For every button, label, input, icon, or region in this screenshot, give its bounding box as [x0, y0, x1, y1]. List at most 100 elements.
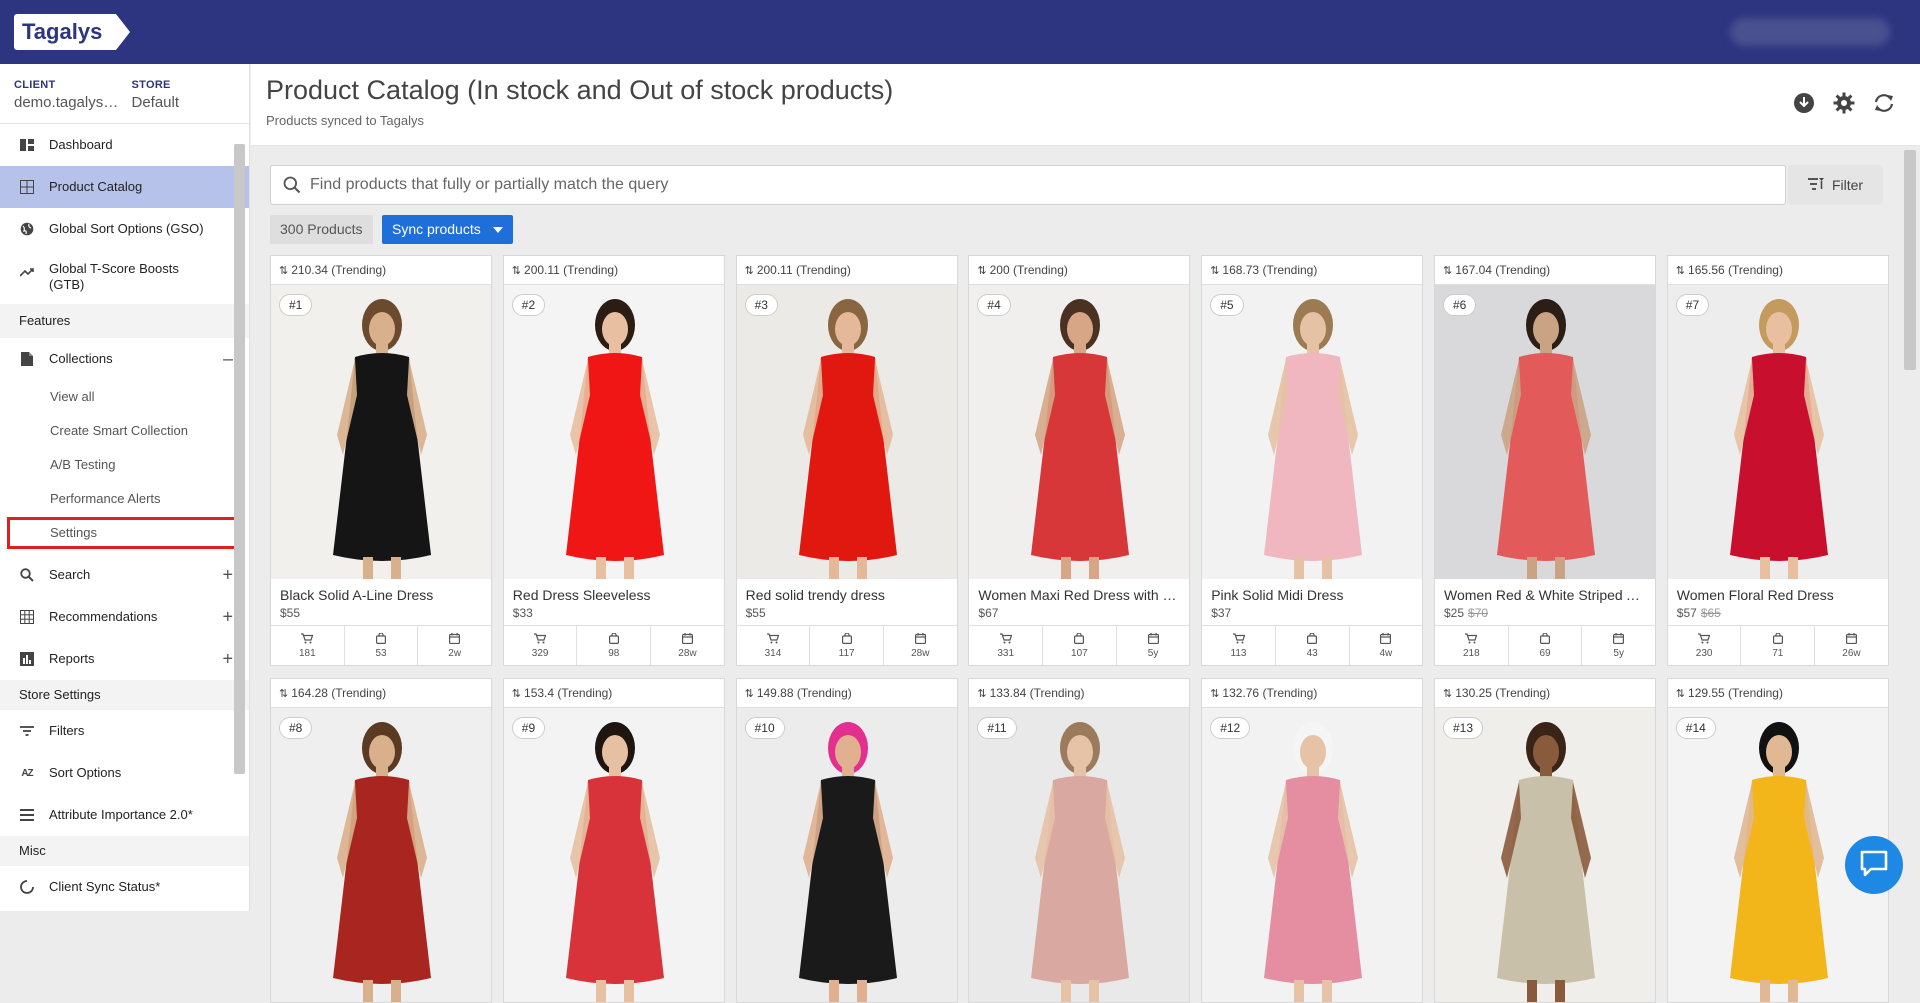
chat-support-button[interactable]: [1845, 836, 1903, 894]
sidebar-item-gso[interactable]: Global Sort Options (GSO): [0, 208, 249, 250]
product-image-wrap[interactable]: #5: [1202, 285, 1423, 579]
sidebar-subitem-settings[interactable]: Settings: [6, 516, 241, 550]
product-rank-badge: #6: [1443, 294, 1477, 316]
product-image-wrap[interactable]: #2: [503, 285, 724, 579]
sidebar-subitem-view-all[interactable]: View all: [0, 380, 249, 414]
sidebar-item-product-catalog[interactable]: Product Catalog: [0, 166, 249, 208]
product-name[interactable]: Red solid trendy dress: [737, 585, 957, 605]
list-icon: [19, 807, 35, 823]
client-value[interactable]: demo.tagalys.com: [14, 94, 122, 111]
stat-add-to-cart: 113: [1202, 626, 1276, 665]
product-card[interactable]: ⇅ 168.73 (Trending) #5 Pink Solid Midi Dres…: [1201, 255, 1424, 666]
product-score: ⇅ 153.4 (Trending): [503, 679, 724, 708]
product-name[interactable]: Red Dress Sleeveless: [504, 585, 724, 605]
product-name[interactable]: Women Maxi Red Dress with Smocking: [969, 585, 1189, 605]
sidebar-item-sort-options[interactable]: AZ Sort Options: [0, 752, 249, 794]
search-input[interactable]: [310, 166, 1770, 204]
product-card[interactable]: ⇅ 210.34 (Trending) #1 Black Solid A-Line D…: [270, 255, 492, 666]
stat-buys: 53: [345, 626, 419, 665]
product-image-wrap[interactable]: #11: [969, 708, 1190, 1002]
product-image-wrap[interactable]: #9: [503, 708, 724, 1002]
store-value[interactable]: Default: [132, 94, 250, 111]
product-card[interactable]: ⇅ 153.4 (Trending) #9: [502, 678, 725, 1003]
product-card[interactable]: ⇅ 130.25 (Trending) #13: [1434, 678, 1656, 1003]
sidebar-subitem-create-smart-collection[interactable]: Create Smart Collection: [0, 414, 249, 448]
product-card[interactable]: ⇅ 165.56 (Trending) #7 Women Floral Red Dre…: [1666, 255, 1889, 666]
section-store-settings: Store Settings: [0, 680, 249, 710]
stat-value: 98: [608, 647, 620, 659]
sidebar-item-dashboard[interactable]: Dashboard: [0, 124, 249, 166]
stat-value: 26w: [1842, 647, 1861, 659]
document-icon: [19, 351, 35, 367]
product-card[interactable]: ⇅ 149.88 (Trending) #10: [735, 678, 958, 1003]
tagalys-logo[interactable]: Tagalys: [14, 14, 131, 50]
product-name[interactable]: Women Floral Red Dress: [1668, 585, 1888, 605]
bar-chart-icon: [19, 651, 35, 667]
product-score: ⇅ 129.55 (Trending): [1667, 679, 1888, 708]
product-card[interactable]: ⇅ 200 (Trending) #4 Women Maxi Red Dress wi…: [968, 255, 1191, 666]
sidebar-item-attribute-importance[interactable]: Attribute Importance 2.0*: [0, 794, 249, 836]
product-card[interactable]: ⇅ 132.76 (Trending) #12: [1201, 678, 1424, 1003]
sidebar-scrollbar[interactable]: [234, 144, 245, 774]
product-image-wrap[interactable]: #4: [969, 285, 1190, 579]
score-value: 129.55 (Trending): [1688, 686, 1783, 700]
sidebar-subitem-ab-testing[interactable]: A/B Testing: [0, 448, 249, 482]
sort-arrows-icon: ⇅: [1675, 265, 1686, 277]
score-value: 130.25 (Trending): [1455, 686, 1551, 700]
client-store-selector[interactable]: CLIENT demo.tagalys.com STORE Default: [0, 64, 249, 124]
product-image: [736, 285, 957, 579]
product-card[interactable]: ⇅ 167.04 (Trending) #6 Women Red & White St…: [1434, 255, 1656, 666]
sidebar-item-reports[interactable]: Reports +: [0, 638, 249, 680]
product-image-wrap[interactable]: #1: [271, 285, 491, 579]
stat-value: 71: [1772, 647, 1784, 659]
main-scrollbar[interactable]: [1904, 150, 1916, 370]
product-stats: 181 53 2w: [271, 625, 491, 665]
product-image-wrap[interactable]: #10: [736, 708, 957, 1002]
stat-value: 117: [838, 647, 855, 659]
product-image-wrap[interactable]: #6: [1435, 285, 1655, 579]
gear-icon[interactable]: [1833, 92, 1855, 114]
product-image-wrap[interactable]: #7: [1667, 285, 1888, 579]
product-image-wrap[interactable]: #13: [1435, 708, 1655, 1002]
sync-products-button[interactable]: Sync products: [382, 215, 513, 244]
expand-icon[interactable]: +: [222, 649, 233, 670]
product-image-wrap[interactable]: #12: [1202, 708, 1423, 1002]
user-menu-blurred[interactable]: [1730, 18, 1890, 46]
trending-up-icon: [19, 264, 35, 280]
product-image-wrap[interactable]: #8: [271, 708, 491, 1002]
sidebar-subitem-performance-alerts[interactable]: Performance Alerts: [0, 482, 249, 516]
sidebar-item-collections[interactable]: Collections –: [0, 338, 249, 380]
score-value: 133.84 (Trending): [989, 686, 1085, 700]
grid-icon: [19, 179, 35, 195]
stat-value: 53: [375, 647, 387, 659]
filter-button[interactable]: Filter: [1788, 165, 1883, 205]
product-name[interactable]: Pink Solid Midi Dress: [1202, 585, 1422, 605]
product-card[interactable]: ⇅ 129.55 (Trending) #14: [1666, 678, 1889, 1003]
product-card[interactable]: ⇅ 200.11 (Trending) #3 Red solid trendy dre…: [735, 255, 958, 666]
expand-icon[interactable]: +: [222, 607, 233, 628]
product-card[interactable]: ⇅ 200.11 (Trending) #2 Red Dress Sleeveless…: [502, 255, 725, 666]
product-image-wrap[interactable]: #3: [736, 285, 957, 579]
stat-buys: 71: [1741, 626, 1816, 665]
collapse-icon[interactable]: –: [223, 349, 233, 370]
sidebar-item-recommendations[interactable]: Recommendations +: [0, 596, 249, 638]
sidebar-item-gtb[interactable]: Global T-Score Boosts (GTB): [0, 250, 249, 304]
download-icon[interactable]: [1793, 92, 1815, 114]
expand-icon[interactable]: +: [222, 565, 233, 586]
sidebar-item-filters[interactable]: Filters: [0, 710, 249, 752]
sort-arrows-icon: ⇅: [1443, 265, 1453, 277]
product-card[interactable]: ⇅ 164.28 (Trending) #8: [270, 678, 492, 1003]
product-name[interactable]: Women Red & White Striped A-Line Dress: [1435, 585, 1655, 605]
sidebar-item-client-sync-status[interactable]: Client Sync Status*: [0, 866, 249, 908]
product-rank-badge: #1: [279, 294, 313, 316]
stat-value: 28w: [678, 647, 697, 659]
sidebar-item-search[interactable]: Search +: [0, 554, 249, 596]
product-name[interactable]: Black Solid A-Line Dress: [271, 585, 491, 605]
product-image: [1202, 285, 1423, 579]
product-card[interactable]: ⇅ 133.84 (Trending) #11: [968, 678, 1191, 1003]
refresh-icon[interactable]: [1873, 92, 1895, 114]
price-original: $65: [1700, 606, 1721, 620]
sidebar-item-label: Search: [49, 567, 91, 582]
search-icon: [283, 176, 301, 199]
product-score: ⇅ 210.34 (Trending): [271, 256, 491, 285]
